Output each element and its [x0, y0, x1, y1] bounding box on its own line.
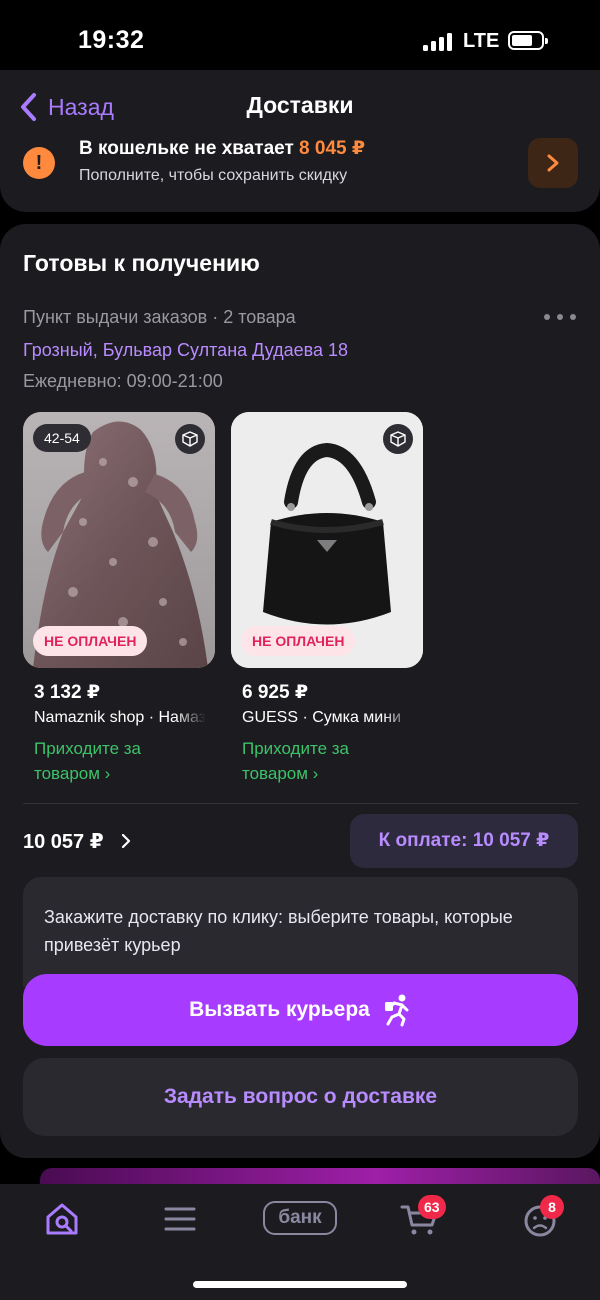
- pickup-product-link[interactable]: Приходите за товаром ›: [242, 736, 392, 786]
- product-image-handbag[interactable]: НЕ ОПЛАЧЕН: [231, 412, 423, 668]
- wallet-topup-button[interactable]: [528, 138, 578, 188]
- ask-delivery-question-button[interactable]: Задать вопрос о доставке: [23, 1058, 578, 1136]
- bank-nav-button[interactable]: банк: [263, 1201, 337, 1235]
- chevron-right-icon: [547, 154, 559, 172]
- order-total[interactable]: 10 057 ₽: [23, 829, 104, 854]
- wallet-warning-title: В кошельке не хватает 8 045 ₽: [79, 138, 366, 159]
- pickup-product-link[interactable]: Приходите за товаром ›: [34, 736, 184, 786]
- warning-icon: !: [23, 147, 55, 179]
- page-title: Доставки: [246, 92, 354, 118]
- cart-count-badge: 63: [418, 1195, 446, 1219]
- status-time: 19:32: [78, 26, 145, 54]
- more-options-icon[interactable]: [544, 314, 578, 322]
- pickup-type-line: Пункт выдачи заказов · 2 товара: [23, 307, 296, 327]
- running-courier-icon: [384, 994, 409, 1027]
- size-badge: 42-54: [33, 424, 91, 452]
- unpaid-status-badge: НЕ ОПЛАЧЕН: [241, 626, 356, 656]
- pay-button[interactable]: К оплате: 10 057 ₽: [350, 814, 578, 868]
- pickup-hours: Ежедневно: 09:00-21:00: [23, 371, 223, 391]
- wallet-warning-subtitle: Пополните, чтобы сохранить скидку: [79, 167, 348, 184]
- product-seller: GUESS · Сумка мини: [242, 709, 402, 726]
- unpaid-status-badge: НЕ ОПЛАЧЕН: [33, 626, 148, 656]
- wallet-shortfall-amount: 8 045 ₽: [299, 138, 366, 159]
- product-seller: Namaznik shop · Намазник: [34, 709, 206, 726]
- return-box-icon: [175, 424, 205, 454]
- return-box-icon: [383, 424, 413, 454]
- profile-notification-badge: 8: [540, 1195, 564, 1219]
- home-indicator: [193, 1281, 407, 1288]
- call-courier-button[interactable]: Вызвать курьера: [23, 974, 578, 1046]
- catalog-menu-icon[interactable]: [158, 1197, 202, 1241]
- product-price: 6 925 ₽: [242, 682, 309, 703]
- chevron-right-icon[interactable]: [120, 833, 132, 849]
- home-search-icon[interactable]: [40, 1197, 84, 1241]
- status-bar: 19:32 LTE: [0, 0, 600, 80]
- product-image-prayer-dress[interactable]: 42-54 НЕ ОПЛАЧЕН: [23, 412, 215, 668]
- section-title: Готовы к получению: [23, 250, 260, 276]
- pickup-address-link[interactable]: Грозный, Бульвар Султана Дудаева 18: [23, 340, 348, 361]
- call-courier-label: Вызвать курьера: [189, 998, 370, 1021]
- courier-promo-text: Закажите доставку по клику: выберите тов…: [44, 907, 513, 955]
- divider: [23, 803, 578, 804]
- network-label: LTE: [463, 30, 500, 52]
- battery-icon: [508, 31, 548, 50]
- product-price: 3 132 ₽: [34, 682, 101, 703]
- signal-icon: [423, 33, 453, 51]
